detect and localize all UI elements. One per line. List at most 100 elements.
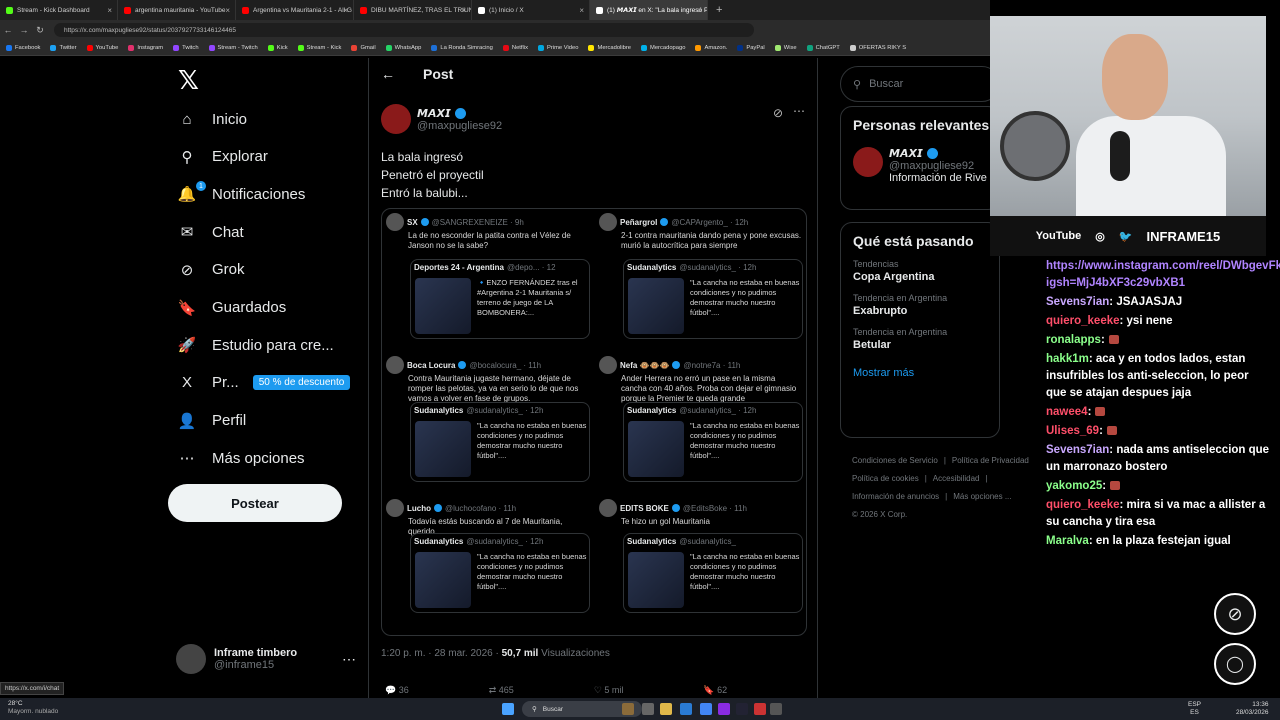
trend-item[interactable]: Tendencia en Argentina Exabrupto xyxy=(853,293,987,317)
quoted-post[interactable]: Deportes 24 - Argentina @depo... · 12 🔹ENZ… xyxy=(410,259,590,339)
reply-button[interactable]: 💬 36 xyxy=(385,685,409,696)
chat-bubble-icon[interactable]: ◯ xyxy=(1214,643,1256,685)
bookmark-item[interactable]: Gmail xyxy=(351,44,376,51)
nav-item-perfil[interactable]: 👤 Perfil xyxy=(176,406,247,436)
chat-username[interactable]: hakk1m xyxy=(1046,353,1089,365)
nav-item-pr-[interactable]: X Pr... 50 % de descuento xyxy=(176,368,351,398)
weather-widget[interactable]: 28°C Mayorm. nublado xyxy=(8,700,58,716)
search-input[interactable]: ⚲ Buscar xyxy=(840,66,1000,102)
browser-tab[interactable]: (1) Inicio / X × xyxy=(472,0,590,20)
embedded-reply[interactable]: Boca Locura @bocalocura_ · 11h Contra Maur… xyxy=(382,352,594,494)
quoted-post[interactable]: Sudanalytics @sudanalytics_ · 12h "La canc… xyxy=(623,259,803,339)
new-tab-button[interactable]: + xyxy=(716,4,722,16)
more-icon[interactable]: ⋯ xyxy=(793,104,805,118)
post-button[interactable]: Postear xyxy=(168,484,342,522)
quoted-post[interactable]: Sudanalytics @sudanalytics_ · 12h "La canc… xyxy=(410,402,590,482)
bookmark-item[interactable]: PayPal xyxy=(737,44,765,51)
bookmark-item[interactable]: Wise xyxy=(774,44,797,51)
grok-icon[interactable]: ⊘ xyxy=(773,106,783,120)
trend-item[interactable]: Tendencias Copa Argentina xyxy=(853,259,987,283)
nav-item-guardados[interactable]: 🔖 Guardados xyxy=(176,293,287,323)
nav-item-chat[interactable]: ✉ Chat xyxy=(176,217,244,247)
embedded-reply[interactable]: Peñargrol @CAPArgento_ · 12h 2-1 contra ma… xyxy=(595,209,806,351)
back-icon[interactable]: ← xyxy=(0,25,16,35)
back-arrow-icon[interactable]: ← xyxy=(381,66,395,82)
close-tab-icon[interactable]: × xyxy=(343,6,348,15)
footer-link[interactable]: Información de anuncios xyxy=(852,488,939,506)
bookmark-item[interactable]: Twitch xyxy=(173,44,199,51)
quoted-post[interactable]: Sudanalytics @sudanalytics_ · 12h "La canc… xyxy=(410,533,590,613)
x-logo-icon[interactable]: 𝕏 xyxy=(178,66,199,96)
nav-item-notificaciones[interactable]: 🔔 Notificaciones 1 xyxy=(176,179,305,209)
chat-username[interactable]: quiero_keeke xyxy=(1046,499,1120,511)
show-more-link[interactable]: Mostrar más xyxy=(853,367,987,379)
bookmark-button[interactable]: 🔖 62 xyxy=(703,685,727,696)
author-avatar[interactable] xyxy=(381,104,411,134)
browser-tab[interactable]: (1) 𝙈𝘼𝙓𝙄 en X: "La bala ingresó Pe × xyxy=(590,0,708,20)
embedded-reply[interactable]: SX @SANGREXENEIZE · 9h La de no esconder l… xyxy=(382,209,594,351)
footer-link[interactable]: Accesibilidad xyxy=(933,470,980,488)
bookmark-item[interactable]: ChatGPT xyxy=(806,44,840,51)
chat-username[interactable]: nawee4 xyxy=(1046,406,1088,418)
premium-promo-badge[interactable]: 50 % de descuento xyxy=(252,375,351,391)
bookmark-item[interactable]: WhatsApp xyxy=(385,44,421,51)
bookmark-item[interactable]: OFERTAS RIKY S xyxy=(849,44,906,51)
avatar[interactable] xyxy=(853,147,883,177)
file-explorer-icon[interactable] xyxy=(660,703,672,715)
footer-link[interactable]: Más opciones ... xyxy=(953,488,1011,506)
bookmark-item[interactable]: Mercadolibre xyxy=(588,44,631,51)
close-tab-icon[interactable]: × xyxy=(107,6,112,15)
footer-link[interactable]: © 2026 X Corp. xyxy=(852,506,907,524)
browser-tab[interactable]: Stream - Kick Dashboard × xyxy=(0,0,118,20)
nav-item-estudio-para-cre-[interactable]: 🚀 Estudio para cre... xyxy=(176,330,334,360)
bookmark-item[interactable]: La Ronda Simracing xyxy=(431,44,493,51)
chat-username[interactable]: Sevens7ian xyxy=(1046,444,1109,456)
bookmark-item[interactable]: Instagram xyxy=(128,44,163,51)
chat-username[interactable]: ronalapps xyxy=(1046,334,1101,346)
nav-item-inicio[interactable]: ⌂ Inicio xyxy=(176,104,247,134)
app-icon[interactable] xyxy=(770,703,782,715)
post-image-collage[interactable]: SX @SANGREXENEIZE · 9h La de no esconder l… xyxy=(381,208,807,636)
footer-link[interactable]: Política de Privacidad xyxy=(952,452,1029,470)
author-name[interactable]: 𝙈𝘼𝙓𝙄 xyxy=(417,107,451,120)
trend-item[interactable]: Tendencia en Argentina Betular xyxy=(853,327,987,351)
close-tab-icon[interactable]: × xyxy=(579,6,584,15)
bookmark-item[interactable]: Stream - Twitch xyxy=(208,44,258,51)
reload-icon[interactable]: ↻ xyxy=(32,25,48,36)
footer-link[interactable]: Política de cookies xyxy=(852,470,919,488)
forward-icon[interactable]: → xyxy=(16,25,32,35)
account-switcher[interactable]: Inframe timbero @inframe15 ⋯ xyxy=(176,644,356,674)
more-icon[interactable]: ⋯ xyxy=(342,651,356,668)
like-button[interactable]: ♡ 5 mil xyxy=(594,685,624,696)
url-field[interactable]: https://x.com/maxpugliese92/status/20379… xyxy=(54,23,754,37)
post-author[interactable]: 𝙈𝘼𝙓𝙄 @maxpugliese92 xyxy=(381,104,502,134)
repost-button[interactable]: ⇄ 465 xyxy=(489,685,514,696)
chrome-icon[interactable] xyxy=(700,703,712,715)
browser-tab[interactable]: argentina mauritania - YouTube × xyxy=(118,0,236,20)
close-tab-icon[interactable]: × xyxy=(461,6,466,15)
bookmark-item[interactable]: Twitter xyxy=(50,44,77,51)
browser-tab[interactable]: DIBU MARTÍNEZ, TRAS EL TRIUNF × xyxy=(354,0,472,20)
bookmark-item[interactable]: Prime Video xyxy=(538,44,578,51)
embedded-reply[interactable]: Nefa 🐵🐵🐵 @notne7a · 11h Ander Herrera no e… xyxy=(595,352,806,494)
clock[interactable]: 13:36 28/03/2026 xyxy=(1236,701,1269,717)
app-icon[interactable] xyxy=(754,703,766,715)
language-indicator[interactable]: ESP ES xyxy=(1188,701,1201,717)
close-tab-icon[interactable]: × xyxy=(697,6,702,15)
start-icon[interactable] xyxy=(502,703,514,715)
chat-username[interactable]: yakomo25 xyxy=(1046,480,1102,492)
embedded-reply[interactable]: EDITS BOKE @EditsBoke · 11h Te hizo un gol… xyxy=(595,495,806,635)
close-tab-icon[interactable]: × xyxy=(225,6,230,15)
quoted-post[interactable]: Sudanalytics @sudanalytics_ "La cancha no … xyxy=(623,533,803,613)
nav-item-m-s-opciones[interactable]: ⋯ Más opciones xyxy=(176,443,305,473)
nav-item-grok[interactable]: ⊘ Grok xyxy=(176,255,245,285)
chat-username[interactable]: quiero_keeke xyxy=(1046,315,1120,327)
bookmark-item[interactable]: Mercadopago xyxy=(641,44,685,51)
chat-username[interactable]: Maralva xyxy=(1046,535,1089,547)
quoted-post[interactable]: Sudanalytics @sudanalytics_ · 12h "La canc… xyxy=(623,402,803,482)
bookmark-item[interactable]: Netflix xyxy=(502,44,528,51)
steam-icon[interactable] xyxy=(736,703,748,715)
embedded-reply[interactable]: Lucho @luchocofano · 11h Todavía estás bus… xyxy=(382,495,594,635)
footer-link[interactable]: Condiciones de Servicio xyxy=(852,452,938,470)
bookmark-item[interactable]: Stream - Kick xyxy=(297,44,341,51)
